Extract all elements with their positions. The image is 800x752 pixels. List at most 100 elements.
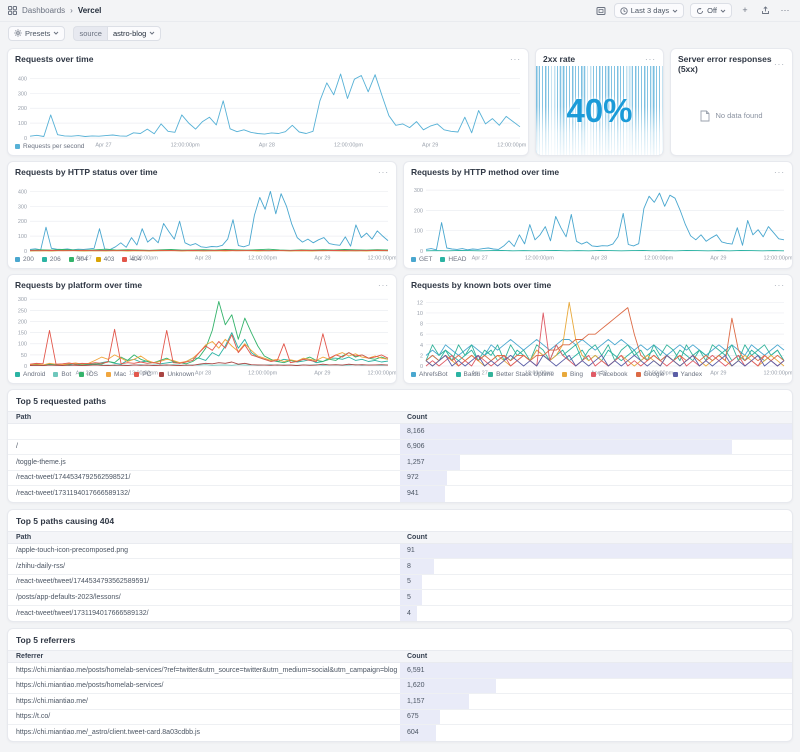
column-header[interactable]: Referrer: [8, 653, 400, 660]
time-range-button[interactable]: Last 3 days: [614, 3, 684, 18]
breadcrumb-root[interactable]: Dashboards: [22, 6, 65, 15]
legend-swatch: [591, 372, 596, 377]
http-method-chart[interactable]: 0100200300Apr 2712:00:00pmApr 2812:00:00…: [404, 179, 792, 255]
count-cell: 4: [400, 606, 792, 622]
clock-icon: [620, 7, 628, 15]
legend-item[interactable]: 200: [15, 256, 34, 263]
source-variable-select[interactable]: astro-blog: [107, 26, 161, 41]
2xx-rate-sparkline[interactable]: 40%: [536, 66, 663, 155]
legend-item[interactable]: 206: [42, 256, 61, 263]
legend-item[interactable]: Mac: [106, 371, 126, 378]
legend-swatch: [134, 372, 139, 377]
column-header[interactable]: Count: [400, 534, 792, 541]
legend-item[interactable]: GET: [411, 256, 432, 263]
path-cell: /posts/app-defaults-2023/lessons/: [8, 590, 400, 605]
count-bar: [400, 424, 792, 439]
legend-item[interactable]: Unknown: [159, 371, 194, 378]
http-status-chart[interactable]: 0100200300400Apr 2712:00:00pmApr 2812:00…: [8, 179, 396, 255]
legend-label: Unknown: [167, 371, 194, 378]
table-row: /toggle-theme.js1,257: [8, 455, 792, 471]
legend-item[interactable]: Better Stack Uptime: [488, 371, 554, 378]
legend-swatch: [42, 257, 47, 262]
share-icon[interactable]: [758, 4, 772, 18]
count-value: 8: [400, 563, 411, 570]
add-panel-icon[interactable]: +: [738, 4, 752, 18]
column-header[interactable]: Count: [400, 414, 792, 421]
svg-text:300: 300: [18, 204, 27, 210]
legend-swatch: [79, 372, 84, 377]
legend-item[interactable]: 404: [122, 256, 141, 263]
legend-item[interactable]: Bing: [562, 371, 583, 378]
legend-item[interactable]: Facebook: [591, 371, 628, 378]
no-data-state: No data found: [671, 76, 792, 155]
count-value: 972: [400, 474, 419, 481]
presets-button[interactable]: Presets: [8, 26, 65, 41]
path-cell: https://chi.miantiao.me/posts/homelab-se…: [8, 679, 400, 694]
legend-label: 404: [130, 256, 141, 263]
svg-text:100: 100: [414, 229, 423, 235]
chevron-down-icon: [720, 9, 726, 13]
known-bots-chart[interactable]: 024681012Apr 2712:00:00pmApr 2812:00:00p…: [404, 292, 792, 370]
panel-menu-icon[interactable]: ···: [378, 281, 389, 290]
count-cell: 604: [400, 725, 792, 741]
path-cell: /: [8, 440, 400, 455]
panel-http-status: Requests by HTTP status over time ··· 01…: [7, 161, 397, 269]
legend-label: PC: [142, 371, 151, 378]
legend-item[interactable]: Google: [636, 371, 665, 378]
refresh-icon: [696, 7, 704, 15]
top-bar: Dashboards › Vercel Last 3 days Off + ··…: [0, 0, 800, 22]
legend-item[interactable]: Android: [15, 371, 45, 378]
column-header[interactable]: Count: [400, 653, 792, 660]
legend-item[interactable]: Baidu: [456, 371, 481, 378]
column-header[interactable]: Path: [8, 534, 400, 541]
overflow-menu-icon[interactable]: ···: [778, 4, 792, 18]
count-value: 4: [400, 610, 411, 617]
count-value: 1,157: [400, 698, 425, 705]
panel-menu-icon[interactable]: ···: [378, 168, 389, 177]
svg-text:10: 10: [417, 311, 423, 317]
legend-item[interactable]: Yandex: [673, 371, 703, 378]
table-header-row: PathCount: [8, 531, 792, 544]
panel-2xx-rate: 2xx rate ··· 40%: [535, 48, 664, 156]
legend-item[interactable]: 304: [69, 256, 88, 263]
table-header-row: PathCount: [8, 411, 792, 424]
kiosk-mode-icon[interactable]: [594, 4, 608, 18]
count-bar: [400, 440, 732, 455]
legend-item[interactable]: Bot: [53, 371, 71, 378]
legend-label: 200: [23, 256, 34, 263]
platform-chart[interactable]: 050100150200250300Apr 2712:00:00pmApr 28…: [8, 292, 396, 370]
count-value: 604: [400, 729, 419, 736]
legend-item[interactable]: PC: [134, 371, 151, 378]
count-cell: 6,591: [400, 663, 792, 678]
requests-chart[interactable]: 0100200300400Apr 2712:00:00pmApr 2812:00…: [8, 66, 528, 142]
legend-item[interactable]: Requests per second: [15, 143, 84, 150]
panel-menu-icon[interactable]: ···: [510, 55, 521, 64]
legend-item[interactable]: AhrefsBot: [411, 371, 448, 378]
panel-menu-icon[interactable]: ···: [774, 281, 785, 290]
path-cell: https://chi.miantiao.me/posts/homelab-se…: [8, 663, 400, 678]
count-value: 1,257: [400, 459, 425, 466]
legend-label: Mac: [114, 371, 126, 378]
legend-label: 403: [104, 256, 115, 263]
column-header[interactable]: Path: [8, 414, 400, 421]
source-variable-control: source astro-blog: [73, 26, 161, 41]
count-cell: 972: [400, 471, 792, 486]
refresh-interval-button[interactable]: Off: [690, 3, 732, 18]
panel-menu-icon[interactable]: ···: [774, 60, 785, 69]
count-value: 941: [400, 490, 419, 497]
count-value: 5: [400, 594, 411, 601]
legend-item[interactable]: 403: [96, 256, 115, 263]
table-row: /react-tweet/1744534792562598521/972: [8, 471, 792, 487]
path-cell: /react-tweet/1744534792562598521/: [8, 471, 400, 486]
panel-title: Requests over time: [15, 54, 93, 64]
requests-legend: Requests per second: [8, 142, 528, 155]
legend-swatch: [106, 372, 111, 377]
filters-toolbar: Presets source astro-blog: [0, 22, 800, 44]
panel-menu-icon[interactable]: ···: [774, 168, 785, 177]
panel-menu-icon[interactable]: ···: [645, 55, 656, 64]
legend-item[interactable]: HEAD: [440, 256, 466, 263]
legend-item[interactable]: iOS: [79, 371, 98, 378]
legend-swatch: [122, 257, 127, 262]
svg-text:300: 300: [18, 297, 27, 303]
panel-title: Requests by HTTP method over time: [411, 167, 559, 177]
